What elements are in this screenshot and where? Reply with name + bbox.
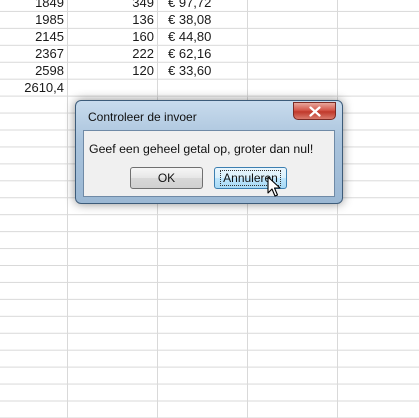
ok-button[interactable]: OK	[130, 167, 203, 189]
cell[interactable]: 349	[68, 0, 156, 11]
cell[interactable]: 1985	[0, 11, 66, 28]
cell[interactable]: 2367	[0, 45, 66, 62]
cell[interactable]: 120	[68, 62, 156, 79]
cell[interactable]: 2145	[0, 28, 66, 45]
cell[interactable]: 160	[68, 28, 156, 45]
cell[interactable]: 2610,4	[0, 79, 66, 96]
cell[interactable]: € 62,16	[168, 45, 248, 62]
cell[interactable]: € 44,80	[168, 28, 248, 45]
cell[interactable]	[68, 79, 156, 96]
dialog-titlebar[interactable]: Controleer de invoer	[76, 101, 342, 131]
ok-button-label: OK	[157, 171, 176, 185]
cell[interactable]: € 97,72	[168, 0, 248, 11]
table-row: 1849 349 € 97,72	[0, 0, 419, 11]
table-row: 2610,4	[0, 79, 419, 96]
table-row: 2145 160 € 44,80	[0, 28, 419, 45]
validation-dialog: Controleer de invoer Geef een geheel get…	[75, 100, 343, 204]
table-row: 1985 136 € 38,08	[0, 11, 419, 28]
mouse-pointer-icon	[267, 176, 281, 197]
close-icon	[309, 106, 321, 117]
dialog-body: Geef een geheel getal op, groter dan nul…	[83, 130, 335, 197]
cell[interactable]: 1849	[0, 0, 66, 11]
sheet-rows: 1849 349 € 97,72 1985 136 € 38,08 2145 1…	[0, 0, 419, 96]
cell[interactable]: 136	[68, 11, 156, 28]
dialog-title: Controleer de invoer	[88, 110, 197, 124]
close-button[interactable]	[293, 102, 336, 120]
cell[interactable]: € 38,08	[168, 11, 248, 28]
cell[interactable]: 222	[68, 45, 156, 62]
cell[interactable]: 2598	[0, 62, 66, 79]
cell[interactable]	[168, 79, 248, 96]
table-row: 2367 222 € 62,16	[0, 45, 419, 62]
dialog-message: Geef een geheel getal op, groter dan nul…	[89, 142, 314, 156]
table-row: 2598 120 € 33,60	[0, 62, 419, 79]
spreadsheet: 1849 349 € 97,72 1985 136 € 38,08 2145 1…	[0, 0, 419, 418]
cell[interactable]: € 33,60	[168, 62, 248, 79]
